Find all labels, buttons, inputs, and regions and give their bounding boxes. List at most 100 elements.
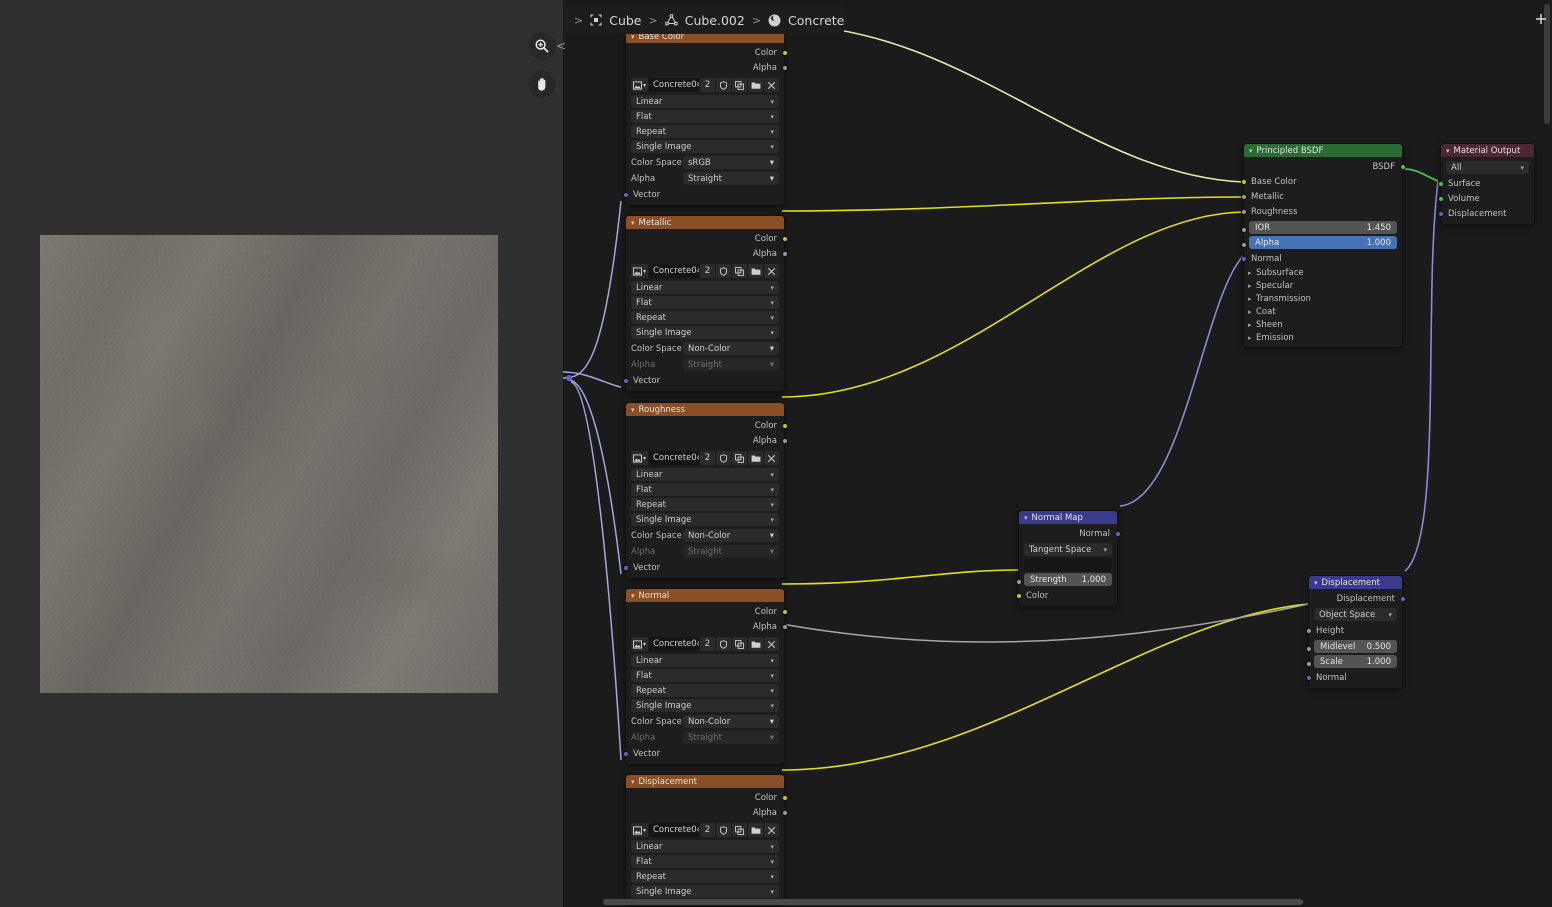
interpolation-dropdown[interactable]: Linear ▾ [631, 840, 779, 853]
node-header-displacement[interactable]: ▾ Displacement [1309, 576, 1402, 589]
image-browse-button[interactable]: ▾ [631, 823, 648, 837]
unlink-image-button[interactable] [764, 451, 779, 465]
socket-in-volume[interactable] [1437, 195, 1444, 202]
socket-row-out-displacement[interactable]: Displacement [1309, 591, 1406, 606]
unlink-image-button[interactable] [764, 823, 779, 837]
image-users-count[interactable]: 2 [700, 451, 715, 465]
socket-row-in-height[interactable]: Height [1305, 623, 1402, 638]
socket-in-vector[interactable] [622, 564, 629, 571]
source-dropdown[interactable]: Single Image ▾ [631, 699, 779, 712]
socket-row-in-volume[interactable]: Volume [1437, 191, 1534, 206]
new-image-button[interactable] [732, 637, 747, 651]
node-image-texture-roughness[interactable]: ▾ Roughness Color Alpha ▾ Concrete0 2 Li… [622, 402, 788, 579]
new-image-button[interactable] [732, 823, 747, 837]
socket-in-metallic[interactable] [1240, 193, 1247, 200]
socket-row-out-alpha[interactable]: Alpha [626, 619, 788, 634]
image-name-field[interactable]: Concrete04.... [649, 451, 699, 465]
zoom-tool-button[interactable] [528, 32, 556, 60]
socket-out-color[interactable] [781, 794, 788, 801]
new-image-button[interactable] [732, 451, 747, 465]
image-browse-button[interactable]: ▾ [631, 78, 648, 92]
socket-row-out-color[interactable]: Color [626, 790, 788, 805]
breadcrumb-item-material[interactable]: Concrete [768, 13, 844, 28]
image-name-field[interactable]: Concrete04.... [649, 78, 699, 92]
fake-user-shield-button[interactable] [716, 823, 731, 837]
vertical-scrollbar[interactable] [1544, 0, 1550, 907]
socket-row-in-displacement[interactable]: Displacement [1437, 206, 1534, 221]
source-dropdown[interactable]: Single Image ▾ [631, 513, 779, 526]
interpolation-dropdown[interactable]: Linear ▾ [631, 95, 779, 108]
image-name-field[interactable]: Concrete04.... [649, 264, 699, 278]
node-displacement[interactable]: ▾ Displacement Displacement Object Space… [1305, 575, 1406, 689]
source-dropdown[interactable]: Single Image ▾ [631, 140, 779, 153]
midlevel-slider[interactable]: Midlevel 0.500 [1314, 640, 1397, 653]
color-space-dropdown[interactable]: Non-Color ▾ [683, 715, 779, 728]
node-header-displacement-tex[interactable]: ▾ Displacement [626, 775, 784, 788]
image-users-count[interactable]: 2 [700, 264, 715, 278]
socket-in-ior[interactable] [1240, 227, 1247, 233]
projection-dropdown[interactable]: Flat ▾ [631, 855, 779, 868]
socket-out-color[interactable] [781, 608, 788, 615]
panel-transmission[interactable]: ▸ Transmission [1244, 292, 1402, 305]
node-image-texture-metallic[interactable]: ▾ Metallic Color Alpha ▾ Concrete0 2 Lin… [622, 215, 788, 392]
node-principled-bsdf[interactable]: ▾ Principled BSDF BSDF Base Color Metall… [1240, 143, 1406, 348]
interpolation-dropdown[interactable]: Linear ▾ [631, 281, 779, 294]
space-dropdown[interactable]: Object Space ▾ [1314, 608, 1397, 621]
pan-tool-button[interactable] [528, 70, 556, 98]
socket-out-alpha[interactable] [781, 250, 788, 257]
socket-out-displacement[interactable] [1399, 595, 1406, 602]
breadcrumb-item-object[interactable]: Cube [590, 13, 642, 28]
socket-row-out-alpha[interactable]: Alpha [626, 60, 788, 75]
socket-in-normal[interactable] [1305, 674, 1312, 681]
projection-dropdown[interactable]: Flat ▾ [631, 483, 779, 496]
image-browse-button[interactable]: ▾ [631, 451, 648, 465]
panel-specular[interactable]: ▸ Specular [1244, 279, 1402, 292]
socket-out-color[interactable] [781, 235, 788, 242]
socket-in-normal[interactable] [1240, 255, 1247, 262]
interpolation-dropdown[interactable]: Linear ▾ [631, 468, 779, 481]
socket-in-roughness[interactable] [1240, 208, 1247, 215]
socket-row-out-color[interactable]: Color [626, 45, 788, 60]
node-image-texture-displacement[interactable]: ▾ Displacement Color Alpha ▾ Concrete0 2… [625, 774, 788, 904]
node-header-principled-bsdf[interactable]: ▾ Principled BSDF [1244, 144, 1402, 157]
open-image-button[interactable] [748, 78, 763, 92]
image-browse-button[interactable]: ▾ [631, 637, 648, 651]
socket-out-normal[interactable] [1114, 530, 1121, 537]
socket-row-out-bsdf[interactable]: BSDF [1244, 159, 1406, 174]
target-dropdown[interactable]: All ▾ [1446, 161, 1529, 174]
socket-row-in-vector[interactable]: Vector [622, 187, 784, 202]
socket-row-in-vector[interactable]: Vector [622, 560, 784, 575]
socket-row-in-base-color[interactable]: Base Color [1240, 174, 1402, 189]
node-image-texture-normal[interactable]: ▾ Normal Color Alpha ▾ Concrete0 2 Linea… [622, 588, 788, 765]
socket-out-bsdf[interactable] [1399, 163, 1406, 170]
socket-row-in-vector[interactable]: Vector [622, 373, 784, 388]
socket-out-alpha[interactable] [781, 623, 788, 630]
scale-slider[interactable]: Scale 1.000 [1314, 655, 1397, 668]
open-image-button[interactable] [748, 264, 763, 278]
projection-dropdown[interactable]: Flat ▾ [631, 110, 779, 123]
socket-in-scale[interactable] [1305, 661, 1312, 667]
socket-row-in-surface[interactable]: Surface [1437, 176, 1534, 191]
socket-row-out-color[interactable]: Color [626, 418, 788, 433]
socket-in-midlevel[interactable] [1305, 646, 1312, 652]
node-header-normal-map[interactable]: ▾ Normal Map [1019, 511, 1117, 524]
socket-in-height[interactable] [1305, 627, 1312, 634]
socket-row-in-roughness[interactable]: Roughness [1240, 204, 1402, 219]
image-users-count[interactable]: 2 [700, 78, 715, 92]
unlink-image-button[interactable] [764, 637, 779, 651]
strength-slider[interactable]: Strength 1.000 [1024, 573, 1112, 586]
socket-in-alpha[interactable] [1240, 242, 1247, 248]
extension-dropdown[interactable]: Repeat ▾ [631, 684, 779, 697]
socket-in-color[interactable] [1015, 592, 1022, 599]
horizontal-scrollbar-thumb[interactable] [603, 899, 1303, 905]
node-header-roughness[interactable]: ▾ Roughness [626, 403, 784, 416]
source-dropdown[interactable]: Single Image ▾ [631, 326, 779, 339]
extension-dropdown[interactable]: Repeat ▾ [631, 870, 779, 883]
node-header-metallic[interactable]: ▾ Metallic [626, 216, 784, 229]
fake-user-shield-button[interactable] [716, 637, 731, 651]
socket-in-displacement[interactable] [1437, 210, 1444, 217]
source-dropdown[interactable]: Single Image ▾ [631, 885, 779, 898]
uv-map-field[interactable] [1024, 558, 1112, 571]
socket-row-out-color[interactable]: Color [626, 604, 788, 619]
socket-in-strength[interactable] [1015, 579, 1022, 585]
